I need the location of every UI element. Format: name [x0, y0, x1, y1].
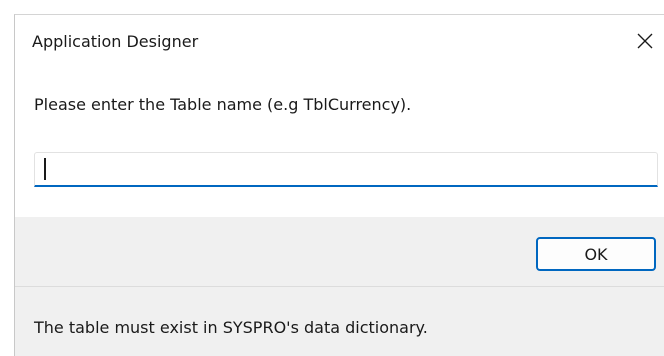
footer-note: The table must exist in SYSPRO's data di…	[34, 318, 428, 337]
dialog-title: Application Designer	[32, 32, 199, 51]
text-caret	[44, 158, 46, 180]
ok-button[interactable]: OK	[536, 237, 656, 271]
prompt-label: Please enter the Table name (e.g TblCurr…	[34, 95, 412, 114]
button-row: OK	[15, 217, 664, 286]
close-button[interactable]	[627, 23, 663, 59]
table-name-input[interactable]	[35, 153, 657, 185]
dialog-titlebar: Application Designer	[15, 15, 664, 73]
close-icon	[637, 33, 653, 49]
dialog-content: Please enter the Table name (e.g TblCurr…	[15, 73, 664, 217]
dialog-footer: The table must exist in SYSPRO's data di…	[15, 287, 664, 356]
input-dialog: Application Designer Please enter the Ta…	[14, 14, 664, 356]
table-name-field[interactable]	[34, 152, 658, 187]
